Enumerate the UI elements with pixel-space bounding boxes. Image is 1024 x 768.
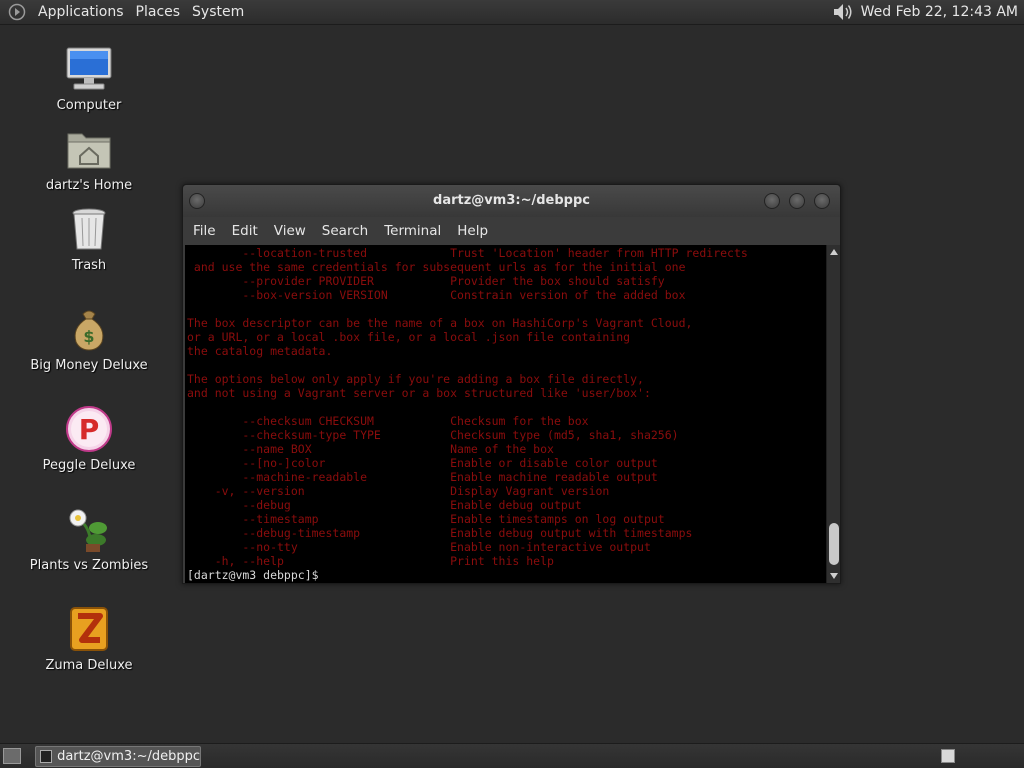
terminal-line: the catalog metadata. (187, 344, 333, 358)
desktop-icon-trash[interactable]: Trash (29, 204, 149, 273)
scroll-up-icon[interactable] (830, 249, 838, 255)
terminal-line: -v, --version Display Vagrant version (187, 484, 610, 498)
taskbar-terminal-button[interactable]: dartz@vm3:~/debppc (35, 746, 201, 767)
desktop-icon-big-money[interactable]: $ Big Money Deluxe (29, 304, 149, 373)
terminal-prompt[interactable]: [dartz@vm3 debppc]$ (185, 568, 826, 582)
terminal-icon (40, 750, 53, 763)
peggle-icon: P (64, 404, 114, 454)
terminal-line: The options below only apply if you're a… (187, 372, 644, 386)
desktop-icon-label: Trash (71, 258, 107, 273)
applications-menu[interactable]: Applications (32, 0, 130, 25)
terminal-line: --checksum-type TYPE Checksum type (md5,… (187, 428, 679, 442)
desktop-icon-plants-vs-zombies[interactable]: Plants vs Zombies (29, 504, 149, 573)
desktop-icon-label: Computer (56, 98, 122, 113)
desktop-icon-label: Zuma Deluxe (45, 658, 133, 673)
speaker-icon[interactable] (831, 1, 855, 23)
svg-text:P: P (79, 413, 100, 446)
taskbar-label: dartz@vm3:~/debppc (57, 749, 200, 764)
terminal-line: --location-trusted Trust 'Location' head… (187, 246, 748, 260)
scroll-thumb[interactable] (829, 523, 839, 565)
scroll-down-icon[interactable] (830, 573, 838, 579)
home-folder-icon (64, 124, 114, 174)
menu-file[interactable]: File (185, 217, 224, 245)
terminal-line: or a URL, or a local .box file, or a loc… (187, 330, 631, 344)
terminal-window[interactable]: dartz@vm3:~/debppc File Edit View Search… (182, 184, 841, 584)
menu-help[interactable]: Help (449, 217, 496, 245)
menu-search[interactable]: Search (314, 217, 376, 245)
places-menu[interactable]: Places (130, 0, 187, 25)
menu-view[interactable]: View (266, 217, 314, 245)
menu-edit[interactable]: Edit (224, 217, 266, 245)
terminal-line: -h, --help Print this help (187, 554, 554, 568)
terminal-line: --checksum CHECKSUM Checksum for the box (187, 414, 589, 428)
trash-icon (64, 204, 114, 254)
window-titlebar[interactable]: dartz@vm3:~/debppc (183, 185, 840, 217)
terminal-line: --box-version VERSION Constrain version … (187, 288, 686, 302)
terminal-output[interactable]: --location-trusted Trust 'Location' head… (185, 245, 826, 583)
system-menu[interactable]: System (186, 0, 250, 25)
terminal-line: --provider PROVIDER Provider the box sho… (187, 274, 665, 288)
window-title: dartz@vm3:~/debppc (433, 193, 590, 208)
terminal-line: --debug Enable debug output (187, 498, 582, 512)
terminal-line: --[no-]color Enable or disable color out… (187, 456, 658, 470)
terminal-menubar: File Edit View Search Terminal Help (183, 217, 840, 245)
bottom-panel: dartz@vm3:~/debppc (0, 743, 1024, 768)
desktop-icon-label: dartz's Home (45, 178, 133, 193)
clock[interactable]: Wed Feb 22, 12:43 AM (861, 4, 1018, 20)
terminal-line: --no-tty Enable non-interactive output (187, 540, 651, 554)
desktop-icon-label: Plants vs Zombies (29, 558, 149, 573)
svg-text:$: $ (83, 327, 94, 346)
terminal-scrollbar[interactable] (826, 245, 840, 583)
menu-terminal[interactable]: Terminal (376, 217, 449, 245)
terminal-line: --timestamp Enable timestamps on log out… (187, 512, 665, 526)
minimize-button[interactable] (764, 193, 780, 209)
maximize-button[interactable] (789, 193, 805, 209)
close-button[interactable] (814, 193, 830, 209)
terminal-line: --debug-timestamp Enable debug output wi… (187, 526, 693, 540)
zuma-icon (64, 604, 114, 654)
top-panel: Applications Places System Wed Feb 22, 1… (0, 0, 1024, 25)
desktop-icon-zuma[interactable]: Zuma Deluxe (29, 604, 149, 673)
desktop-icon-label: Peggle Deluxe (42, 458, 136, 473)
money-bag-icon: $ (64, 304, 114, 354)
workspace-switcher[interactable] (941, 749, 955, 763)
terminal-line: --name BOX Name of the box (187, 442, 554, 456)
desktop-icon-home[interactable]: dartz's Home (29, 124, 149, 193)
terminal-line: and use the same credentials for subsequ… (187, 260, 686, 274)
computer-icon (64, 44, 114, 94)
desktop-icon-peggle[interactable]: P Peggle Deluxe (29, 404, 149, 473)
show-desktop-icon[interactable] (3, 748, 21, 764)
desktop-icon-computer[interactable]: Computer (29, 44, 149, 113)
terminal-line: --machine-readable Enable machine readab… (187, 470, 658, 484)
terminal-line: The box descriptor can be the name of a … (187, 316, 693, 330)
plant-icon (64, 504, 114, 554)
terminal-line: and not using a Vagrant server or a box … (187, 386, 651, 400)
desktop-icon-label: Big Money Deluxe (30, 358, 148, 373)
gnome-foot-icon[interactable] (6, 1, 28, 23)
